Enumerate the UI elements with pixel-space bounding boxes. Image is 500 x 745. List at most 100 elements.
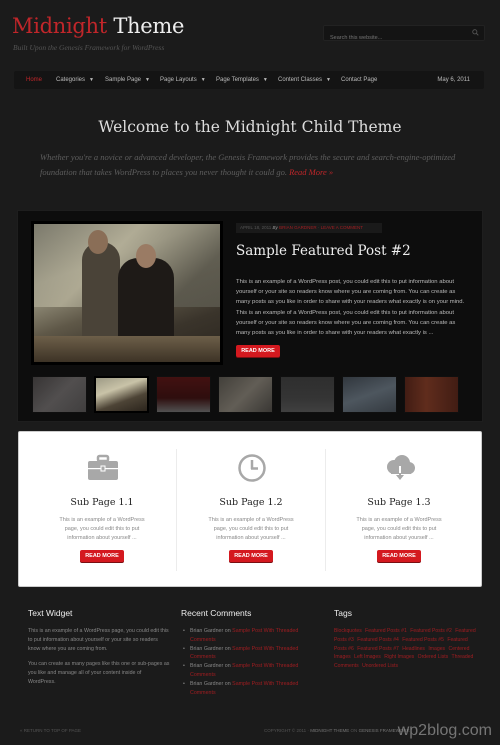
tag-link[interactable]: Featured Posts #7 (357, 646, 399, 652)
post-date: APRIL 18, 2011 (240, 225, 272, 230)
featured-slider: APRIL 18, 2011 By BRIAN GARDNER · LEAVE … (17, 210, 483, 422)
tag-link[interactable]: Featured Posts #6 (334, 637, 468, 652)
search-input[interactable] (324, 31, 464, 45)
nav-item-home[interactable]: Home (26, 71, 42, 89)
post-by: By (272, 225, 278, 230)
thumbnail-2[interactable] (94, 376, 149, 413)
chevron-down-icon: ▼ (89, 77, 94, 83)
clock-icon (238, 454, 266, 482)
image-figure-man-head (88, 230, 108, 254)
comment-author: Brian Gardner (190, 645, 224, 652)
tag-link[interactable]: Featured Posts #4 (357, 637, 399, 643)
theme-link[interactable]: MIDNIGHT THEME (310, 728, 349, 733)
welcome-text: Whether you're a novice or advanced deve… (40, 150, 465, 180)
tag-link[interactable]: Ordered Lists (418, 654, 449, 660)
thumbnail-strip (32, 376, 472, 414)
subpage-read-more-button[interactable]: READ MORE (377, 550, 421, 562)
subpage-title[interactable]: Sub Page 1.2 (176, 497, 326, 508)
logo-red-text: Midnight (12, 14, 107, 38)
site-logo[interactable]: Midnight Theme (12, 14, 184, 38)
copyright: COPYRIGHT © 2011 · MIDNIGHT THEME ON GEN… (264, 728, 410, 733)
subpage-text: This is an example of a WordPress page, … (59, 517, 145, 541)
featured-post-title[interactable]: Sample Featured Post #2 (236, 243, 411, 259)
welcome-read-more-link[interactable]: Read More » (289, 167, 333, 177)
site-footer: « RETURN TO TOP OF PAGE COPYRIGHT © 2011… (0, 722, 500, 745)
chevron-down-icon: ▼ (262, 77, 268, 83)
comment-author: Brian Gardner (190, 663, 224, 670)
nav-date: May 6, 2011 (437, 77, 470, 83)
chevron-down-icon: ▼ (145, 77, 150, 83)
thumbnail-7[interactable] (404, 376, 459, 413)
widget-title: Recent Comments (181, 608, 252, 618)
return-to-top-link[interactable]: « RETURN TO TOP OF PAGE (20, 728, 81, 733)
post-author-link[interactable]: BRIAN GARDNER (279, 225, 317, 230)
nav-label: Contact Page (341, 77, 378, 83)
comment-author: Brian Gardner (190, 628, 224, 634)
nav-label: Home (26, 77, 43, 83)
site-tagline: Built Upon the Genesis Framework for Wor… (13, 43, 165, 52)
widget-title: Tags (334, 608, 352, 618)
image-ground (34, 336, 220, 362)
cloud-download-icon (387, 455, 415, 480)
thumbnail-4[interactable] (218, 376, 273, 413)
welcome-text-body: Whether you're a novice or advanced deve… (40, 152, 456, 177)
comment-item: Brian Gardner on Sample Post With Thread… (181, 680, 321, 698)
tag-link[interactable]: Blockquotes (334, 628, 362, 634)
comment-author: Brian Gardner (190, 680, 224, 687)
chevron-down-icon: ▼ (326, 77, 331, 83)
featured-post-excerpt: This is an example of a WordPress post, … (236, 279, 465, 337)
tag-link[interactable]: Featured Posts #1 (365, 628, 407, 634)
featured-read-more-button[interactable]: READ MORE (236, 345, 280, 357)
subpage-title[interactable]: Sub Page 1.1 (27, 497, 177, 508)
thumbnail-1[interactable] (32, 376, 87, 413)
tag-link[interactable]: Unordered Lists (362, 663, 398, 669)
post-meta-separator: · (317, 225, 320, 230)
watermark: wp2blog.com (397, 722, 492, 739)
main-nav: Home Categories ▼ Sample Page ▼ Page Layou… (14, 71, 484, 89)
featured-image[interactable] (31, 221, 223, 365)
subpage-read-more-button[interactable]: READ MORE (80, 550, 124, 562)
nav-item-page-layouts[interactable]: Page Layouts ▼ (160, 71, 206, 89)
tag-link[interactable]: Featured Posts #5 (402, 637, 444, 643)
welcome-title: Welcome to the Midnight Child Theme (98, 118, 402, 136)
comment-item: Brian Gardner on Sample Post With Thread… (181, 662, 321, 680)
subpage-title[interactable]: Sub Page 1.3 (324, 497, 474, 508)
site-header: Midnight Theme Built Upon the Genesis Fr… (0, 0, 500, 62)
search-form (323, 25, 485, 45)
thumbnail-6[interactable] (342, 376, 397, 413)
comment-on: on (224, 663, 231, 670)
comment-on: on (224, 645, 231, 652)
thumbnail-3[interactable] (156, 376, 211, 413)
nav-label: Content Classes (278, 77, 323, 83)
image-figure-woman-head (136, 244, 156, 268)
tag-link[interactable]: Images (428, 646, 445, 652)
tag-link[interactable]: Featured Posts #2 (410, 628, 452, 634)
footer-widgets: Text Widget This is an example of a Word… (14, 598, 486, 710)
nav-label: Sample Page (105, 77, 142, 83)
subpage-card: Sub Page 1.3 This is an example of a Wor… (324, 432, 474, 588)
widget-paragraph: This is an example of a WordPress page, … (28, 628, 169, 652)
widget-title: Text Widget (28, 608, 73, 618)
widget-text: This is an example of a WordPress page, … (28, 627, 170, 687)
tags-widget: Tags Blockquotes Featured Posts #1 Featu… (334, 598, 484, 671)
subpage-card: Sub Page 1.2 This is an example of a Wor… (176, 432, 326, 588)
tag-link[interactable]: Left Images (354, 654, 381, 660)
nav-item-page-templates[interactable]: Page Templates ▼ (216, 71, 268, 89)
nav-item-contact-page[interactable]: Contact Page (341, 71, 377, 89)
nav-item-sample-page[interactable]: Sample Page ▼ (105, 71, 150, 89)
logo-white-text: Theme (113, 14, 185, 38)
tag-link[interactable]: Right Images (384, 654, 414, 660)
comment-list: Brian Gardner on Sample Post With Thread… (181, 627, 321, 697)
post-comment-link[interactable]: LEAVE A COMMENT (321, 225, 363, 230)
comment-item: Brian Gardner on Sample Post With Thread… (181, 645, 321, 663)
nav-item-categories[interactable]: Categories ▼ (56, 71, 94, 89)
tag-link[interactable]: Headlines (402, 646, 425, 652)
post-meta: APRIL 18, 2011 By BRIAN GARDNER · LEAVE … (236, 223, 382, 233)
nav-item-content-classes[interactable]: Content Classes ▼ (278, 71, 331, 89)
subpage-read-more-button[interactable]: READ MORE (229, 550, 273, 562)
search-icon[interactable] (472, 29, 479, 36)
thumbnail-5[interactable] (280, 376, 335, 413)
briefcase-icon (88, 454, 118, 480)
widget-paragraph: You can create as many pages like this o… (28, 661, 170, 685)
nav-label: Page Layouts (160, 77, 197, 83)
